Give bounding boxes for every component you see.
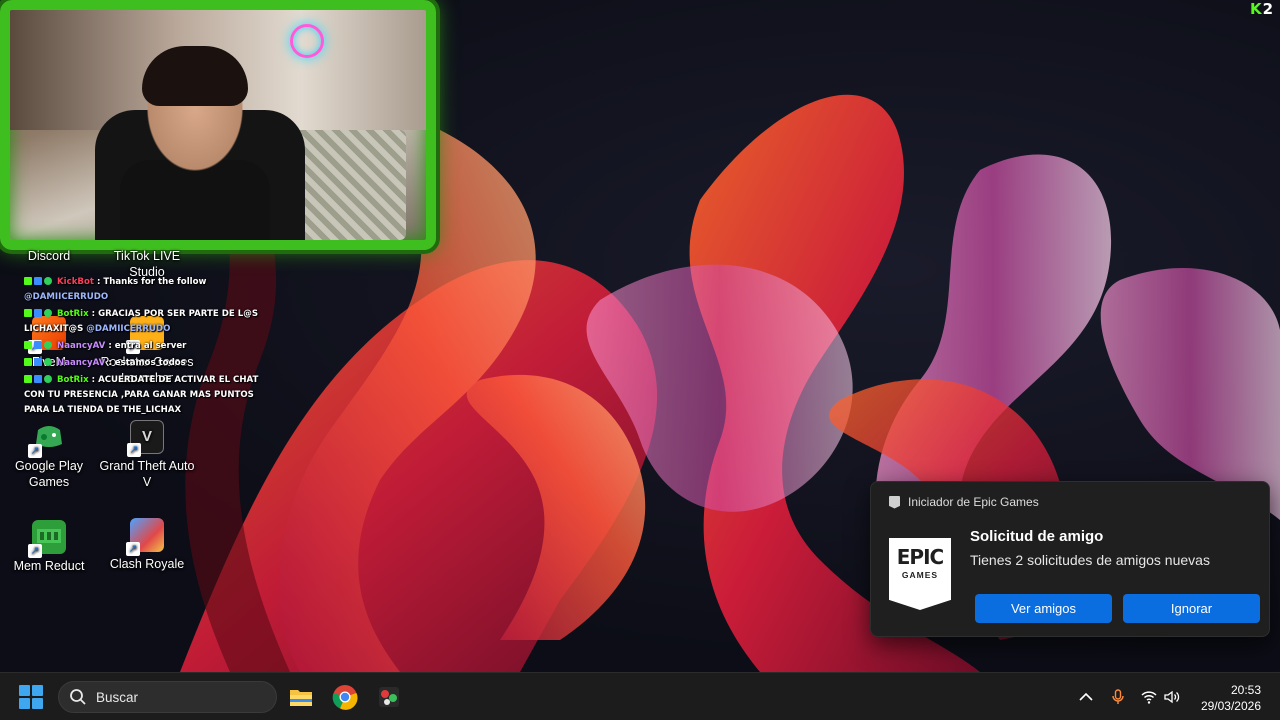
notification-app-name: Iniciador de Epic Games [908, 495, 1039, 509]
neon-light [290, 24, 324, 58]
epic-friend-request-notification[interactable]: Iniciador de Epic Games EPIC GAMES Solic… [870, 481, 1270, 637]
chat-username: BotRix [57, 309, 89, 319]
ignore-button[interactable]: Ignorar [1123, 594, 1260, 623]
taskbar: Buscar 20:53 29/03/2026 [0, 672, 1280, 720]
chat-badges [24, 306, 54, 321]
desktop-icon-label: Mem Reduct [13, 559, 85, 573]
verified-badge-icon [44, 308, 52, 317]
search-placeholder: Buscar [96, 689, 139, 705]
microphone-icon[interactable] [1109, 688, 1127, 706]
chat-message: BotRix : ACUERDATE DE ACTIVAR EL CHAT CO… [24, 372, 264, 418]
bot-badge-icon [34, 276, 42, 285]
bot-badge-icon [34, 374, 42, 383]
view-friends-button[interactable]: Ver amigos [975, 594, 1112, 623]
chevron-up-icon[interactable] [1077, 688, 1095, 706]
verified-badge-icon [44, 340, 52, 349]
desktop-icon-google-play-games[interactable]: ↗ Google Play Games [1, 420, 97, 490]
chat-username: NaancyAV [57, 358, 106, 368]
chat-message: NaancyAV : entra al server [24, 338, 264, 354]
notification-header: Iniciador de Epic Games [889, 495, 1039, 509]
chat-message: NaancyAV : estamos todos [24, 355, 264, 371]
volume-icon[interactable] [1163, 688, 1181, 706]
webcam-overlay [0, 0, 436, 250]
google-play-games-icon: ↗ [28, 420, 66, 458]
chat-text: Thanks for the follow [103, 277, 207, 287]
chat-username: NaancyAV [57, 341, 106, 351]
bot-badge-icon [34, 308, 42, 317]
game-app-icon[interactable] [376, 684, 402, 710]
kick-badge-icon [24, 276, 32, 285]
shortcut-arrow-icon: ↗ [28, 444, 42, 458]
notification-body: Tienes 2 solicitudes de amigos nuevas [970, 552, 1210, 568]
chat-text: entra al server [114, 341, 187, 351]
chat-username: KickBot [57, 277, 94, 287]
desktop-icon-label: Discord [27, 249, 71, 263]
desktop-icon-gta-v[interactable]: V ↗ Grand Theft Auto V [99, 420, 195, 490]
chat-badges [24, 274, 54, 289]
desktop-icon-discord[interactable]: Discord [1, 248, 97, 264]
kick-badge-icon [24, 357, 32, 366]
taskbar-search[interactable]: Buscar [58, 681, 277, 713]
chat-badges [24, 355, 54, 370]
chat-mention: @DAMIICERRUDO [86, 324, 171, 334]
notification-title: Solicitud de amigo [970, 528, 1104, 545]
clash-royale-icon: ↗ [126, 518, 164, 556]
bot-badge-icon [34, 340, 42, 349]
clock-date: 29/03/2026 [1200, 699, 1261, 713]
gta-v-icon: V ↗ [127, 420, 164, 457]
stream-logo: K2 [1249, 0, 1274, 18]
mem-reduct-icon: ↗ [28, 520, 66, 558]
chrome-icon[interactable] [332, 684, 358, 710]
wifi-icon[interactable] [1140, 688, 1158, 706]
desktop-icon-label: Clash Royale [109, 557, 185, 571]
epic-games-logo: EPIC GAMES [889, 538, 951, 610]
bot-badge-icon [34, 357, 42, 366]
chat-mention: @DAMIICERRUDO [24, 292, 109, 302]
shortcut-arrow-icon: ↗ [126, 542, 140, 556]
start-button[interactable] [19, 685, 43, 709]
system-clock[interactable]: 20:53 29/03/2026 [1201, 682, 1261, 714]
shortcut-arrow-icon: ↗ [127, 443, 141, 457]
chat-badges [24, 338, 54, 353]
search-icon [70, 689, 86, 705]
kick-badge-icon [24, 308, 32, 317]
chat-badges [24, 372, 54, 387]
verified-badge-icon [44, 357, 52, 366]
chat-username: BotRix [57, 375, 89, 385]
chat-message: KickBot : Thanks for the follow @DAMIICE… [24, 274, 264, 305]
verified-badge-icon [44, 276, 52, 285]
epic-games-app-icon [889, 495, 900, 509]
verified-badge-icon [44, 374, 52, 383]
desktop-icon-label: Google Play Games [14, 459, 84, 489]
kick-badge-icon [24, 340, 32, 349]
chat-text: estamos todos [114, 358, 186, 368]
clock-time: 20:53 [1230, 683, 1261, 697]
chat-message: BotRix : GRACIAS POR SER PARTE DE L@S LI… [24, 306, 264, 337]
kick-badge-icon [24, 374, 32, 383]
desktop-icon-label: Grand Theft Auto V [99, 459, 195, 489]
desktop-icon-clash-royale[interactable]: ↗ Clash Royale [99, 518, 195, 572]
file-explorer-icon[interactable] [288, 684, 314, 710]
stream-chat-overlay: KickBot : Thanks for the follow @DAMIICE… [24, 274, 264, 419]
desktop-icon-mem-reduct[interactable]: ↗ Mem Reduct [1, 520, 97, 574]
shortcut-arrow-icon: ↗ [28, 544, 42, 558]
